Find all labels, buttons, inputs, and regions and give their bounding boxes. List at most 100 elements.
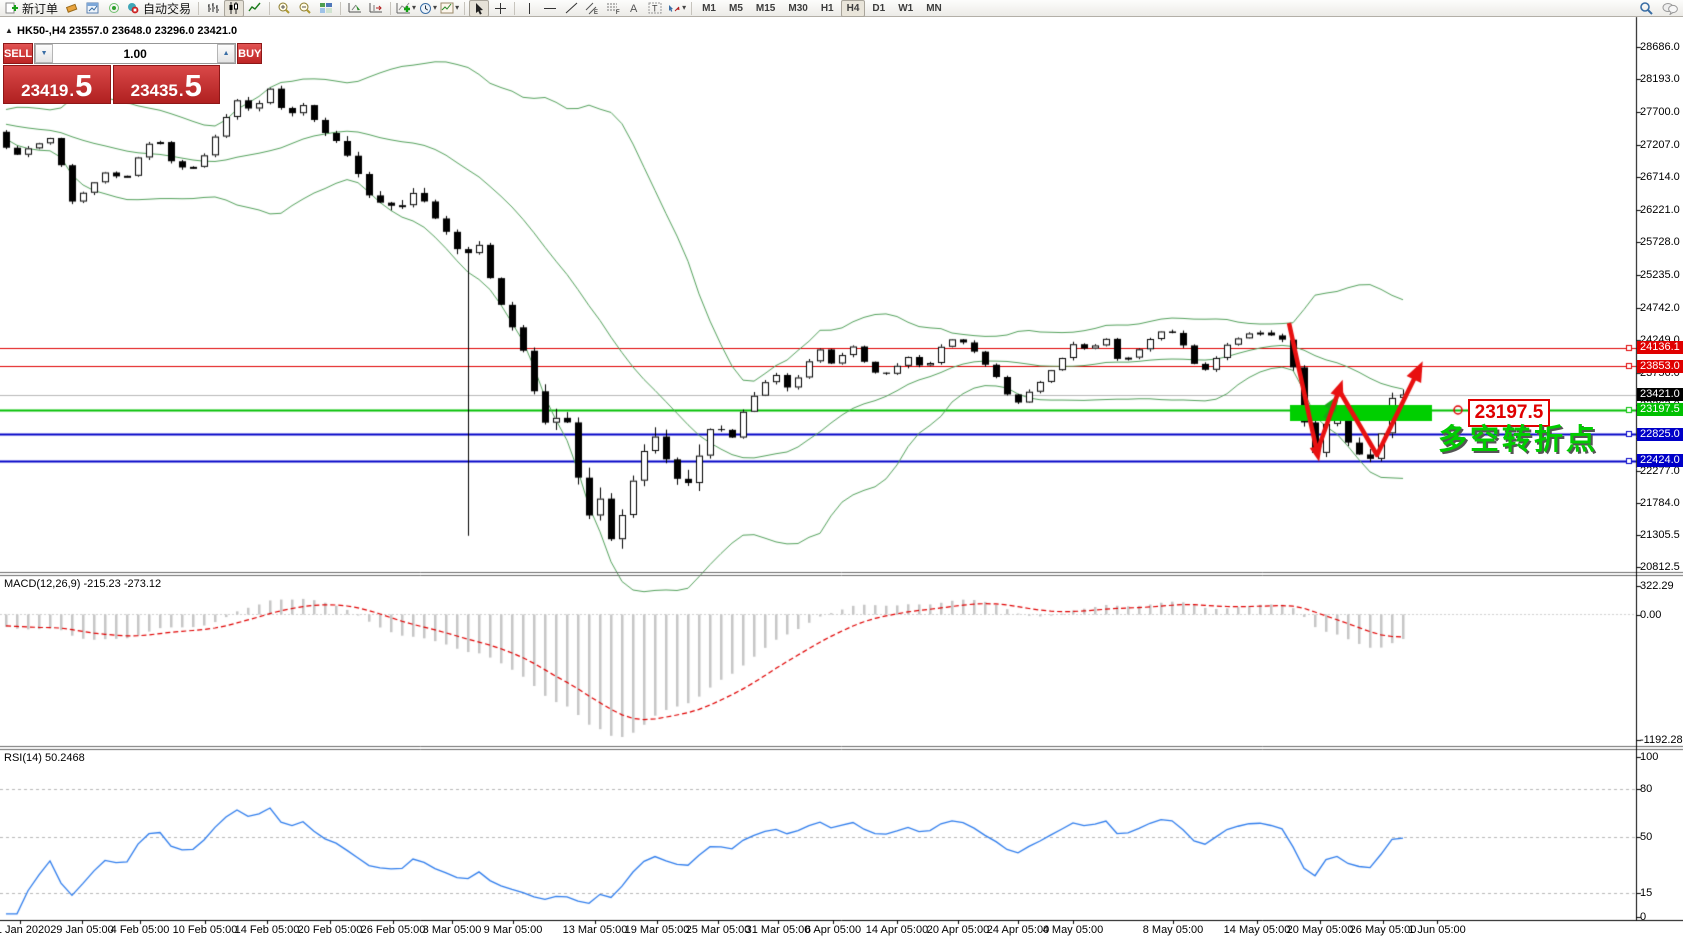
volume-input[interactable]	[53, 44, 217, 63]
new-order-icon	[4, 2, 19, 15]
auto-scroll-button[interactable]	[345, 0, 365, 17]
timeframe-m1[interactable]: M1	[696, 0, 722, 17]
new-order-button[interactable]: 新订单	[3, 0, 61, 17]
text-label-tool[interactable]: T	[645, 0, 665, 17]
shapes-icon	[667, 2, 681, 14]
metaeditor-button[interactable]	[62, 0, 82, 17]
text-icon: A	[628, 2, 640, 14]
bid-dot: .	[69, 81, 74, 101]
candlestick-icon	[227, 2, 241, 14]
periods-dropdown-icon: ▾	[433, 4, 437, 12]
text-tool[interactable]: A	[624, 0, 644, 17]
indicators-button[interactable]: ▾	[395, 0, 417, 17]
candlestick-chart-button[interactable]	[224, 0, 244, 17]
indicators-dropdown-icon: ▾	[412, 4, 416, 12]
trendline-icon	[565, 2, 578, 14]
toolbar: 新订单 自动交易 ▾ ▾ ▾ E F A T ▾	[0, 0, 1683, 17]
chart-window-icon	[86, 2, 100, 14]
tile-windows-button[interactable]	[316, 0, 336, 17]
toolbar-separator	[198, 2, 199, 15]
chart-canvas[interactable]	[0, 0, 1683, 942]
templates-button[interactable]: ▾	[439, 0, 460, 17]
svg-text:T: T	[652, 4, 658, 14]
bar-chart-icon	[206, 2, 220, 14]
svg-text:F: F	[616, 10, 620, 15]
auto-trading-button[interactable]: 自动交易	[125, 0, 194, 17]
collapse-ohlc-icon[interactable]: ▲	[5, 26, 13, 35]
volume-decrease-button[interactable]: ▼	[35, 44, 53, 63]
ask-price-frac: 5	[185, 72, 202, 100]
toolbar-separator	[390, 2, 391, 15]
toolbar-separator	[691, 2, 692, 15]
bar-chart-button[interactable]	[203, 0, 223, 17]
timeframe-bar: M1M5M15M30H1H4D1W1MN	[696, 0, 948, 17]
search-button[interactable]	[1636, 0, 1656, 17]
toolbar-separator	[340, 2, 341, 15]
template-icon	[440, 2, 454, 14]
buy-button[interactable]: BUY	[237, 43, 262, 64]
vertical-line-tool[interactable]	[519, 0, 539, 17]
signal-icon	[107, 2, 121, 14]
horizontal-line-icon	[543, 3, 557, 14]
periods-button[interactable]: ▾	[418, 0, 438, 17]
fibonacci-tool[interactable]: F	[603, 0, 623, 17]
horizontal-line-tool[interactable]	[540, 0, 560, 17]
search-icon	[1639, 1, 1653, 15]
arrows-tool[interactable]: ▾	[666, 0, 687, 17]
signals-button[interactable]	[104, 0, 124, 17]
toolbar-separator	[464, 2, 465, 15]
channel-tool[interactable]: E	[582, 0, 602, 17]
timeframe-m30[interactable]: M30	[782, 0, 813, 17]
timeframe-d1[interactable]: D1	[866, 0, 891, 17]
eraser-icon	[65, 2, 79, 14]
zoom-in-button[interactable]	[274, 0, 294, 17]
timeframe-h1[interactable]: H1	[815, 0, 840, 17]
sell-button[interactable]: SELL	[3, 43, 33, 64]
chat-icon	[1662, 2, 1678, 15]
fibonacci-icon: F	[606, 2, 621, 15]
cursor-tool-button[interactable]	[469, 0, 489, 17]
clock-icon	[419, 2, 432, 15]
crosshair-icon	[494, 2, 507, 15]
arrows-dropdown-icon: ▾	[682, 4, 686, 12]
auto-scroll-icon	[348, 2, 362, 14]
volume-increase-button[interactable]: ▲	[217, 44, 235, 63]
chart-shift-button[interactable]	[366, 0, 386, 17]
ask-dot: .	[179, 81, 184, 101]
tile-windows-icon	[319, 2, 333, 14]
zoom-out-icon	[298, 2, 312, 15]
indicators-icon	[396, 2, 411, 15]
bid-price-int: 23419	[21, 81, 68, 101]
chart-shift-icon	[369, 2, 383, 14]
timeframe-w1[interactable]: W1	[892, 0, 919, 17]
line-chart-icon	[248, 2, 262, 14]
new-order-label: 新订单	[20, 0, 60, 17]
ask-price[interactable]: 23435.5	[113, 65, 221, 104]
bid-price-frac: 5	[75, 72, 92, 100]
one-click-trading-panel: SELL ▼ ▲ BUY 23419.5 23435.5	[3, 43, 220, 104]
templates-dropdown-icon: ▾	[455, 4, 459, 12]
chat-button[interactable]	[1660, 0, 1680, 17]
bid-price[interactable]: 23419.5	[3, 65, 111, 104]
text-label-icon: T	[648, 2, 662, 14]
timeframe-m15[interactable]: M15	[750, 0, 781, 17]
zoom-in-icon	[277, 2, 291, 15]
cursor-icon	[474, 2, 485, 15]
zoom-out-button[interactable]	[295, 0, 315, 17]
crosshair-tool-button[interactable]	[490, 0, 510, 17]
auto-trading-label: 自动交易	[141, 0, 193, 17]
toolbar-separator	[514, 2, 515, 15]
timeframe-h4[interactable]: H4	[841, 0, 866, 17]
volume-field-group: ▼ ▲	[34, 43, 236, 64]
chart-profile-button[interactable]	[83, 0, 103, 17]
vertical-line-icon	[525, 2, 534, 15]
trendline-tool[interactable]	[561, 0, 581, 17]
ask-price-int: 23435	[131, 81, 178, 101]
svg-text:A: A	[630, 3, 638, 14]
line-chart-button[interactable]	[245, 0, 265, 17]
svg-text:E: E	[594, 10, 598, 15]
auto-trading-icon	[126, 2, 140, 14]
chinese-note-label[interactable]: 多空转折点	[1438, 416, 1598, 458]
timeframe-mn[interactable]: MN	[920, 0, 948, 17]
timeframe-m5[interactable]: M5	[723, 0, 749, 17]
